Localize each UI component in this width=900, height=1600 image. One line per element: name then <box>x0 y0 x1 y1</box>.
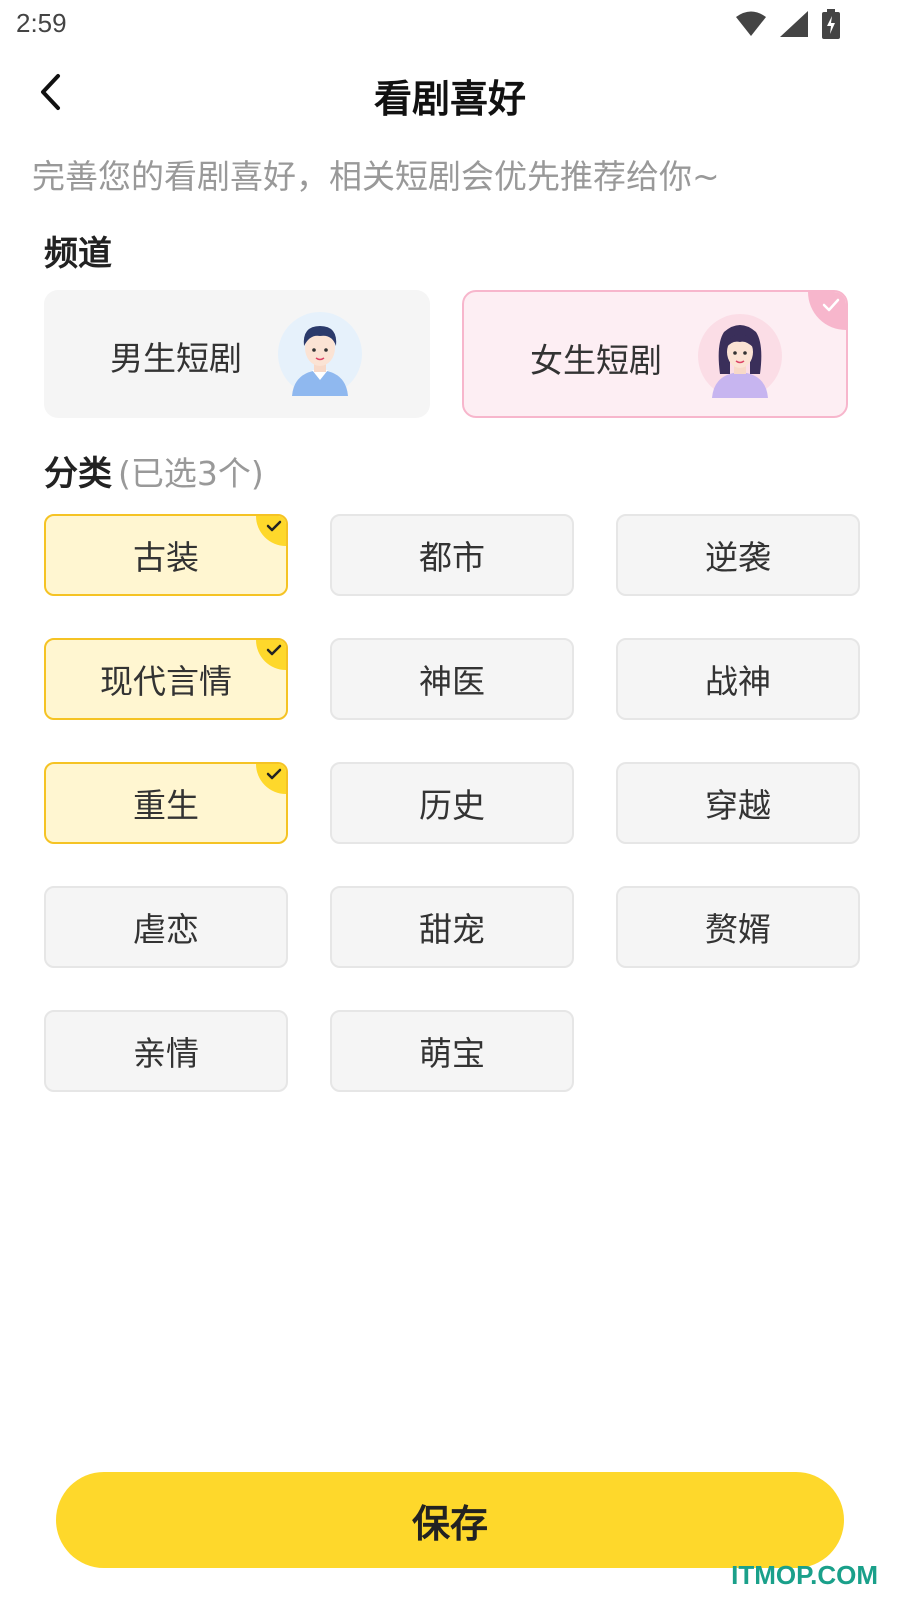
status-time: 2:59 <box>16 8 67 38</box>
category-tag[interactable]: 甜宠 <box>330 886 574 968</box>
category-tag[interactable]: 现代言情 <box>44 638 288 720</box>
page-title: 看剧喜好 <box>373 77 526 121</box>
category-tag[interactable]: 历史 <box>330 762 574 844</box>
selected-check-icon <box>256 640 286 670</box>
category-tag-label: 甜宠 <box>419 910 485 949</box>
category-tag[interactable]: 神医 <box>330 638 574 720</box>
category-tag-label: 穿越 <box>705 786 771 825</box>
signal-icon <box>780 11 808 37</box>
status-icons <box>736 9 840 39</box>
category-tag-label: 虐恋 <box>133 910 199 949</box>
category-tag[interactable]: 重生 <box>44 762 288 844</box>
category-selected-count: (已选3个) <box>118 454 264 493</box>
male-avatar-icon <box>278 312 362 396</box>
category-tag-label: 萌宝 <box>419 1034 485 1073</box>
category-tag-label: 战神 <box>705 662 771 701</box>
wifi-icon <box>736 11 766 36</box>
channel-section-title: 频道 <box>44 226 112 275</box>
category-tag-label: 神医 <box>419 662 485 701</box>
category-tag[interactable]: 虐恋 <box>44 886 288 968</box>
category-tag[interactable]: 赘婿 <box>616 886 860 968</box>
category-tag-label: 重生 <box>133 786 199 825</box>
status-bar: 2:59 <box>0 0 900 48</box>
channel-card-female[interactable]: 女生短剧 <box>462 290 848 418</box>
category-tag-label: 赘婿 <box>705 910 771 949</box>
watermark: ITMOP.COM <box>731 1560 878 1590</box>
category-tag[interactable]: 战神 <box>616 638 860 720</box>
save-button[interactable]: 保存 <box>56 1472 844 1568</box>
category-tag-label: 都市 <box>419 538 485 577</box>
category-tag[interactable]: 亲情 <box>44 1010 288 1092</box>
channel-label: 女生短剧 <box>530 341 662 380</box>
category-tag-label: 历史 <box>419 786 485 825</box>
battery-icon <box>822 9 840 39</box>
channel-section-label: 频道 <box>44 234 112 274</box>
channel-label: 男生短剧 <box>110 339 242 378</box>
category-section-label: 分类 <box>44 454 112 494</box>
subtitle: 完善您的看剧喜好，相关短剧会优先推荐给你~ <box>32 157 720 196</box>
selected-check-icon <box>808 292 846 330</box>
category-tag[interactable]: 古装 <box>44 514 288 596</box>
category-tag-label: 亲情 <box>133 1034 199 1073</box>
female-avatar-icon <box>698 314 782 398</box>
selected-check-icon <box>256 516 286 546</box>
selected-check-icon <box>256 764 286 794</box>
category-section-title: 分类 (已选3个) <box>44 446 264 495</box>
category-tag[interactable]: 都市 <box>330 514 574 596</box>
category-tag[interactable]: 逆袭 <box>616 514 860 596</box>
category-tag[interactable]: 穿越 <box>616 762 860 844</box>
category-tag-label: 古装 <box>133 538 199 577</box>
category-tag-label: 逆袭 <box>705 538 771 577</box>
channel-card-male[interactable]: 男生短剧 <box>44 290 430 418</box>
nav-bar: 看剧喜好 <box>0 48 900 138</box>
category-tag-label: 现代言情 <box>100 662 232 701</box>
category-tag[interactable]: 萌宝 <box>330 1010 574 1092</box>
